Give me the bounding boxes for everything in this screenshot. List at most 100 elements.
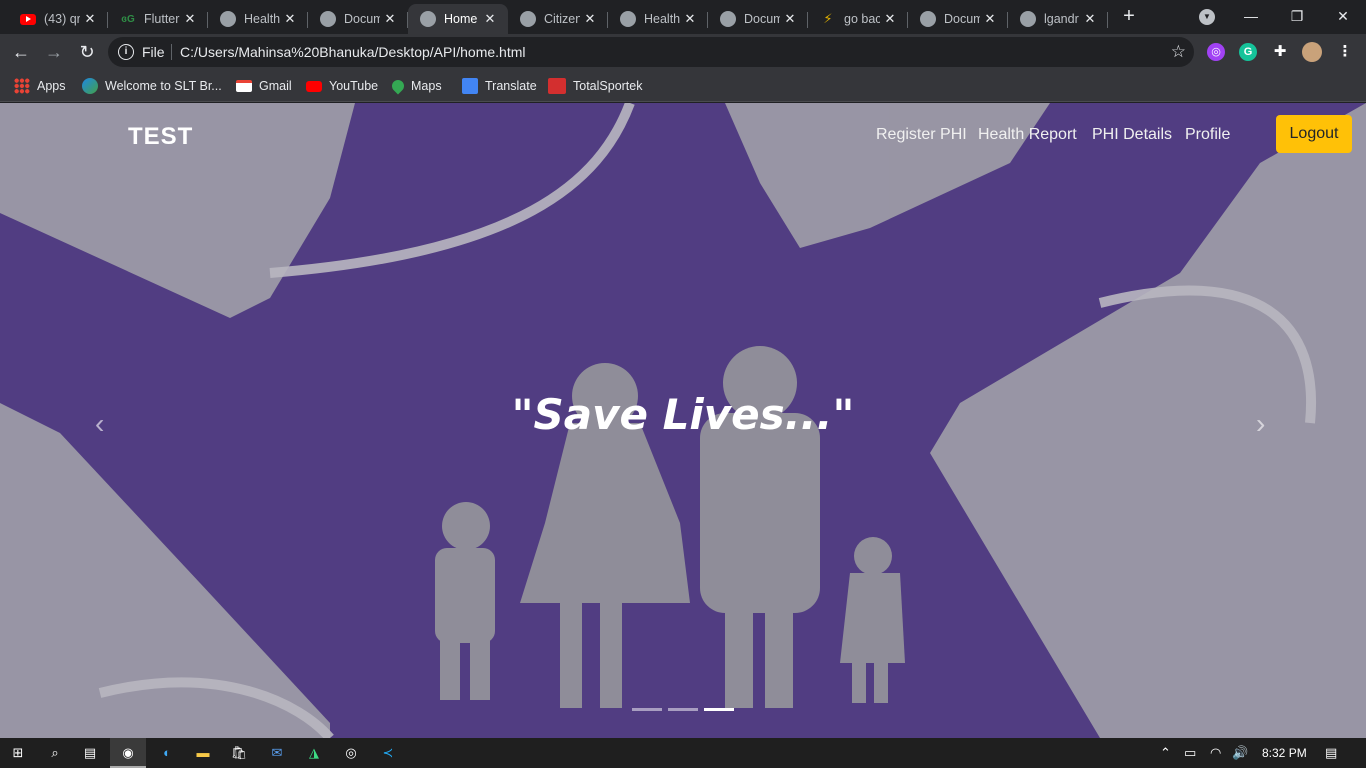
bookmark-translate[interactable]: Translate [462, 77, 537, 95]
mail-icon[interactable]: ✉ [267, 743, 287, 763]
tab[interactable]: Docum ✕ [708, 4, 808, 34]
volume-icon[interactable]: 🔊 [1232, 745, 1248, 761]
tab-active[interactable]: Home ✕ [408, 4, 508, 34]
tab-title: Home [444, 12, 478, 26]
carousel-next-icon[interactable]: › [1256, 408, 1265, 440]
nav-phi-details[interactable]: PHI Details [1092, 126, 1172, 144]
go-icon: ⚡ [823, 11, 833, 26]
close-icon[interactable]: ✕ [582, 11, 598, 27]
nav-health-report[interactable]: Health Report [978, 126, 1077, 144]
tab[interactable]: lgandr ✕ [1008, 4, 1108, 34]
brand-logo[interactable]: TEST [128, 123, 193, 151]
carousel-indicator[interactable] [632, 708, 662, 711]
back-icon[interactable]: ← [9, 40, 33, 64]
minimize-icon[interactable]: — [1228, 4, 1274, 28]
maps-icon [389, 77, 407, 95]
bookmark-label: Translate [485, 79, 537, 93]
tab[interactable]: Docum ✕ [308, 4, 408, 34]
tab[interactable]: ɞG Flutter ✕ [108, 4, 208, 34]
youtube-icon [20, 13, 36, 25]
edge-taskbar-icon[interactable]: ◐ [157, 743, 177, 763]
carousel-caption: "Save Lives..." [511, 390, 855, 439]
file-explorer-icon[interactable]: ▬ [193, 743, 213, 763]
forward-icon[interactable]: → [42, 40, 66, 64]
divider [171, 44, 172, 60]
store-icon[interactable]: 🛍 [229, 743, 249, 763]
tab[interactable]: ⚡ go bac ✕ [808, 4, 908, 34]
close-icon[interactable]: ✕ [382, 11, 398, 27]
vscode-icon[interactable]: ≺ [378, 743, 398, 763]
grammarly-icon[interactable]: G [1239, 43, 1257, 61]
bookmark-star-icon[interactable]: ☆ [1171, 42, 1186, 62]
tab[interactable]: Docum ✕ [908, 4, 1008, 34]
tab-title: Docum [344, 12, 380, 26]
bookmark-label: Apps [37, 79, 66, 93]
tab-search-icon[interactable]: ▼ [1199, 9, 1215, 25]
android-studio-icon[interactable]: ◮ [304, 743, 324, 763]
globe-icon [620, 11, 636, 27]
tab-title: Flutter [144, 12, 180, 26]
address-scheme: File [142, 44, 165, 60]
clock[interactable]: 8:32 PM [1262, 746, 1307, 760]
logout-button[interactable]: Logout [1276, 115, 1352, 153]
tab-title: Docum [744, 12, 780, 26]
tab[interactable]: Health ✕ [608, 4, 708, 34]
gmail-icon [236, 80, 252, 92]
info-icon[interactable]: i [118, 44, 134, 60]
task-view-icon[interactable]: ▤ [80, 743, 100, 763]
chrome-taskbar-icon[interactable]: ◉ [110, 738, 146, 768]
search-icon[interactable]: ⌕ [45, 743, 65, 763]
bookmarks-bar: Apps Welcome to SLT Br... Gmail YouTube … [0, 70, 1366, 102]
close-icon[interactable]: ✕ [182, 11, 198, 27]
globe-icon [320, 11, 336, 27]
close-icon[interactable]: ✕ [782, 11, 798, 27]
extensions-puzzle-icon[interactable]: ✚ [1271, 43, 1289, 61]
hero-carousel: TEST Register PHI Health Report PHI Deta… [0, 103, 1366, 738]
slt-icon [82, 78, 98, 94]
new-tab-button[interactable]: + [1118, 6, 1140, 28]
avatar[interactable] [1302, 42, 1322, 62]
bookmark-gmail[interactable]: Gmail [236, 77, 292, 95]
tab-title: Citizen [544, 12, 580, 26]
tab-title: lgandr [1044, 12, 1079, 26]
globe-icon [420, 11, 436, 27]
close-icon[interactable]: ✕ [482, 11, 498, 27]
carousel-indicator-active[interactable] [704, 708, 734, 711]
address-url[interactable]: C:/Users/Mahinsa%20Bhanuka/Desktop/API/h… [180, 44, 526, 60]
close-icon[interactable]: ✕ [82, 11, 98, 27]
close-icon[interactable]: ✕ [682, 11, 698, 27]
bookmark-apps[interactable]: Apps [14, 77, 66, 95]
bookmark-maps[interactable]: Maps [389, 77, 442, 95]
apps-grid-icon [14, 78, 30, 94]
app-icon[interactable]: ◎ [341, 743, 361, 763]
wifi-icon[interactable]: ◠ [1210, 745, 1221, 761]
close-icon[interactable]: ✕ [1082, 11, 1098, 27]
globe-icon [720, 11, 736, 27]
extension-icon[interactable]: ◎ [1207, 43, 1225, 61]
nav-register-phi[interactable]: Register PHI [876, 126, 967, 144]
windows-start-icon[interactable]: ⊞ [8, 743, 28, 763]
carousel-indicator[interactable] [668, 708, 698, 711]
reload-icon[interactable]: ↻ [75, 40, 99, 64]
bookmark-totalsportek[interactable]: TotalSportek [548, 77, 642, 95]
tab[interactable]: Health ✕ [208, 4, 308, 34]
address-bar[interactable]: i File C:/Users/Mahinsa%20Bhanuka/Deskto… [108, 37, 1194, 67]
notifications-icon[interactable]: ▤ [1325, 745, 1337, 761]
close-icon[interactable]: ✕ [982, 11, 998, 27]
restore-icon[interactable]: ❐ [1274, 4, 1320, 28]
bookmark-youtube[interactable]: YouTube [306, 77, 378, 95]
battery-icon[interactable]: ▭ [1184, 745, 1196, 761]
totalsportek-icon [548, 78, 566, 94]
menu-icon[interactable]: ⋮ [1336, 43, 1354, 61]
chevron-up-icon[interactable]: ⌃ [1160, 745, 1171, 761]
carousel-prev-icon[interactable]: ‹ [95, 408, 104, 440]
bookmark-label: Maps [411, 79, 442, 93]
globe-icon [220, 11, 236, 27]
tab[interactable]: (43) qr ✕ [8, 4, 108, 34]
close-icon[interactable]: ✕ [882, 11, 898, 27]
nav-profile[interactable]: Profile [1185, 126, 1230, 144]
close-icon[interactable]: ✕ [282, 11, 298, 27]
tab[interactable]: Citizen ✕ [508, 4, 608, 34]
close-window-icon[interactable]: ✕ [1320, 4, 1366, 28]
bookmark-slt[interactable]: Welcome to SLT Br... [82, 77, 222, 95]
